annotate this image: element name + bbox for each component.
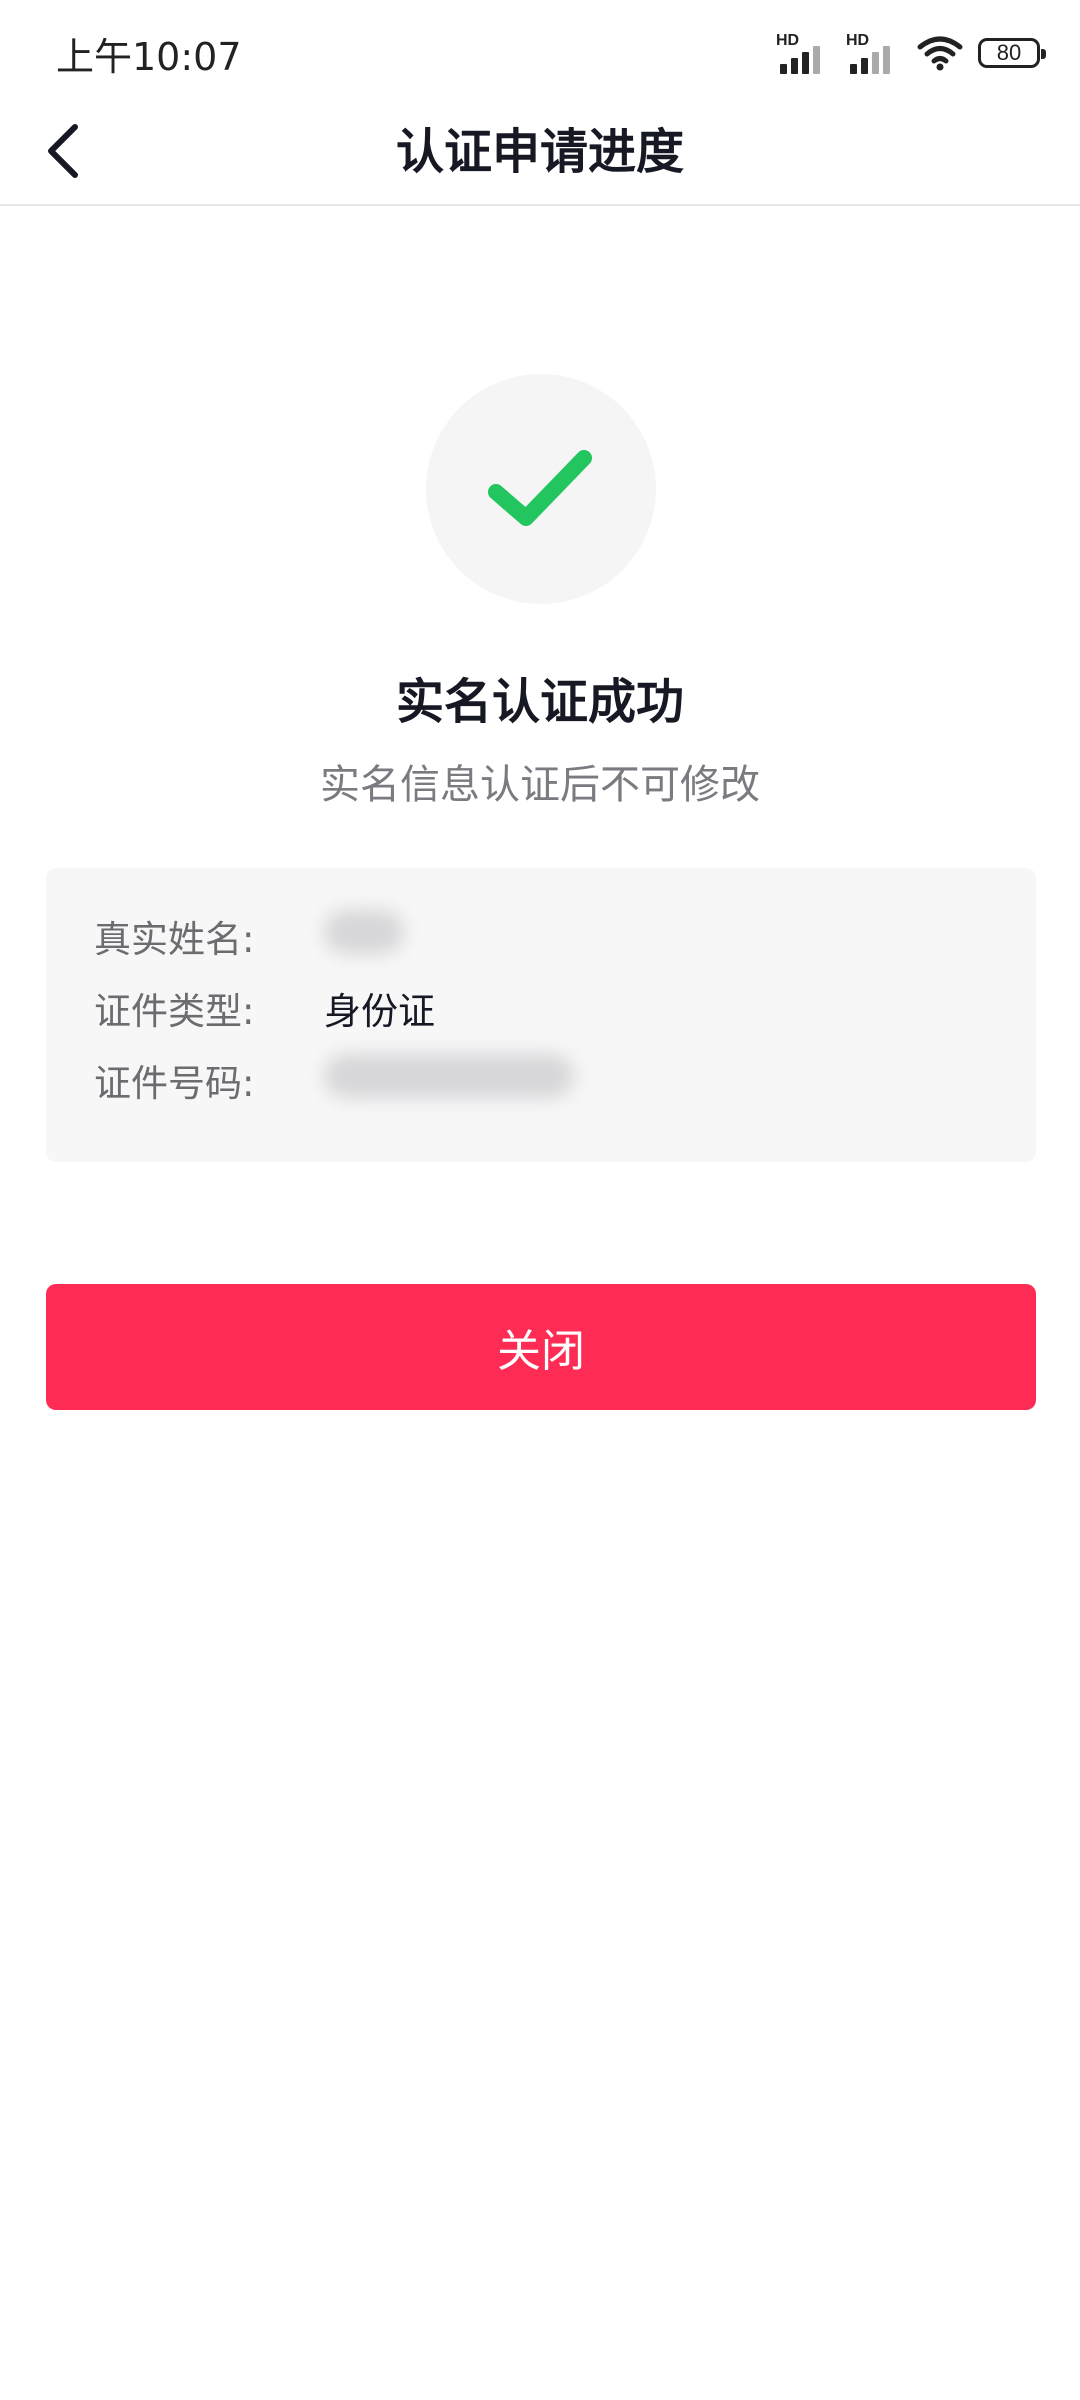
redacted-name — [324, 909, 404, 954]
info-row-id-number: 证件号码: — [94, 1050, 574, 1110]
info-label: 证件号码: — [94, 1062, 255, 1105]
checkmark-icon — [488, 450, 592, 526]
status-icons: HD HD 80 — [776, 28, 1046, 78]
page-title: 认证申请进度 — [395, 124, 684, 180]
info-value-id-type: 身份证 — [324, 990, 435, 1033]
signal-icon: HD — [846, 32, 902, 74]
redacted-id-number — [324, 1053, 574, 1098]
info-label: 证件类型: — [94, 990, 255, 1033]
battery-icon: 80 — [978, 38, 1046, 68]
nav-bar: 认证申请进度 — [0, 96, 1080, 206]
info-value-name — [324, 909, 404, 963]
info-value-id-number — [324, 1053, 574, 1107]
status-time: 上午10:07 — [56, 35, 242, 79]
info-row-name: 真实姓名: — [94, 906, 404, 966]
result-subtitle: 实名信息认证后不可修改 — [320, 762, 760, 808]
wifi-icon — [917, 36, 963, 71]
success-badge — [426, 374, 656, 604]
info-label: 真实姓名: — [94, 918, 255, 961]
status-bar: 上午10:07 HD HD 80 — [0, 0, 1080, 96]
result-title: 实名认证成功 — [395, 674, 684, 730]
signal-icon: HD — [776, 32, 832, 74]
identity-info-card: 真实姓名: 证件类型: 身份证 证件号码: — [46, 868, 1036, 1162]
close-button[interactable]: 关闭 — [46, 1284, 1036, 1410]
info-row-id-type: 证件类型: 身份证 — [94, 978, 435, 1038]
